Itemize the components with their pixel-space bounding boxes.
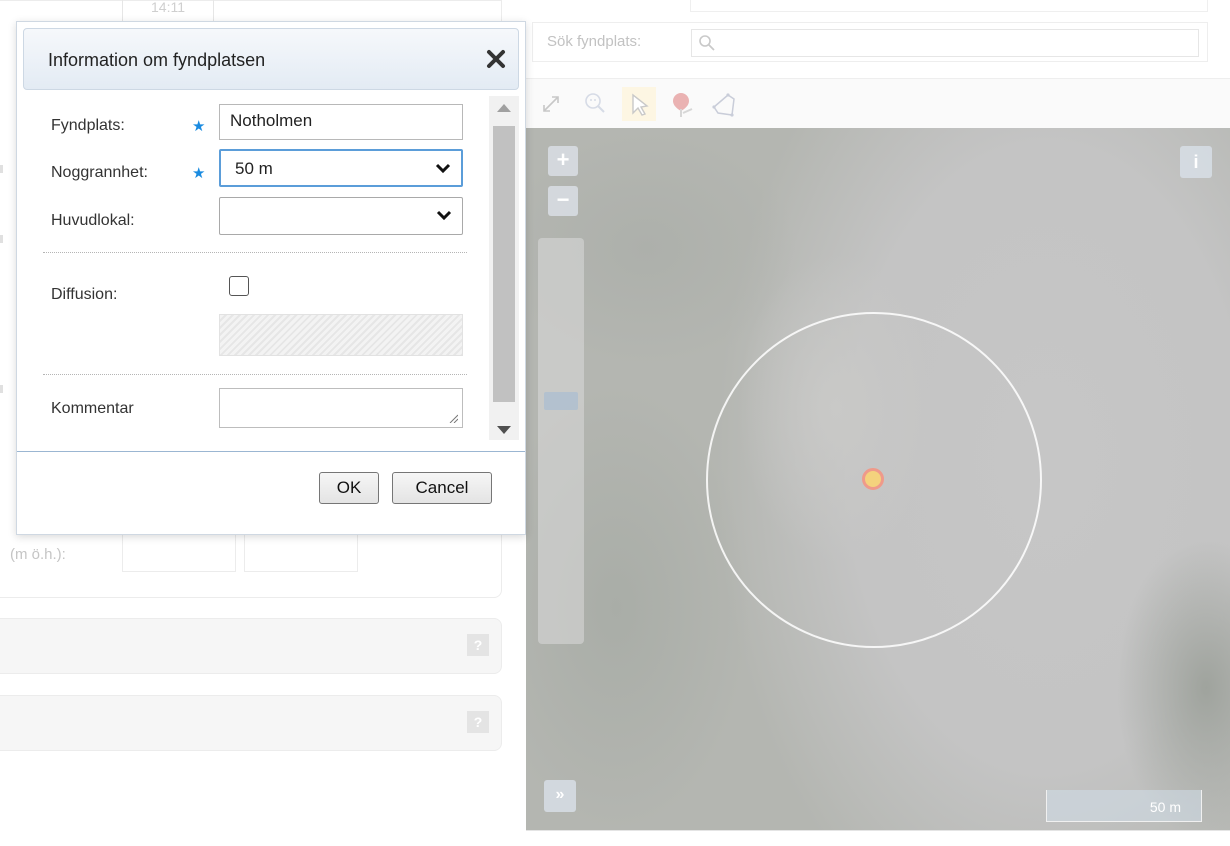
kommentar-label: Kommentar (51, 400, 134, 417)
dialog-footer-divider (17, 451, 525, 452)
search-input[interactable] (691, 29, 1199, 57)
time-field: 14:11 (122, 0, 214, 22)
diffusion-checkbox[interactable] (229, 276, 249, 296)
search-icon (699, 35, 715, 51)
diffusion-value-field (219, 314, 463, 356)
zoom-slider-handle[interactable] (544, 392, 578, 410)
top-field-outline (690, 0, 1208, 12)
draw-polygon-icon[interactable] (706, 87, 740, 121)
altitude-min-field (122, 534, 236, 572)
huvudlokal-label: Huvudlokal: (51, 212, 135, 229)
altitude-label: (m ö.h.): (10, 546, 66, 563)
dialog-title: Information om fyndplatsen (48, 50, 266, 70)
diffusion-label: Diffusion: (51, 286, 118, 303)
required-marker: ★ (192, 118, 206, 135)
help-icon: ? (467, 634, 489, 656)
help-icon: ? (467, 711, 489, 733)
separator (43, 252, 467, 253)
map-view[interactable]: + − i » 50 m (526, 128, 1230, 830)
fullscreen-icon[interactable] (534, 87, 568, 121)
separator (43, 374, 467, 375)
expand-button[interactable]: » (544, 780, 576, 812)
noggrannhet-value: 50 m (235, 159, 273, 178)
altitude-max-field (244, 534, 358, 572)
dialog-scrollbar[interactable] (489, 96, 519, 440)
scroll-thumb[interactable] (493, 126, 515, 402)
zoom-to-extent-icon[interactable] (578, 87, 612, 121)
fyndplats-input[interactable]: Notholmen (219, 104, 463, 140)
ok-button[interactable]: OK (319, 472, 379, 504)
required-marker: ★ (192, 165, 206, 182)
dialog-header: Information om fyndplatsen (23, 28, 519, 90)
zoom-out-button[interactable]: − (548, 186, 578, 216)
map-toolbar (526, 78, 1230, 128)
kommentar-textarea[interactable] (219, 388, 463, 428)
huvudlokal-select[interactable] (219, 197, 463, 235)
background-marker (0, 385, 3, 393)
resize-grip-icon[interactable] (448, 413, 458, 423)
map-footer (526, 830, 1230, 846)
close-icon[interactable] (486, 49, 506, 69)
scale-bar: 50 m (1046, 790, 1202, 822)
background-marker (0, 235, 3, 243)
collapsed-section: ? (0, 618, 502, 674)
noggrannhet-select[interactable]: 50 m (219, 149, 463, 187)
cancel-button[interactable]: Cancel (392, 472, 492, 504)
scroll-up-icon[interactable] (497, 104, 511, 112)
zoom-slider[interactable] (538, 238, 584, 644)
scroll-down-icon[interactable] (497, 426, 511, 434)
location-marker[interactable] (862, 468, 884, 490)
chevron-down-icon (436, 210, 452, 221)
location-info-dialog: Information om fyndplatsen Fyndplats: ★ … (16, 21, 526, 535)
fyndplats-label: Fyndplats: (51, 117, 125, 134)
zoom-in-button[interactable]: + (548, 146, 578, 176)
select-pointer-icon[interactable] (622, 87, 656, 121)
background-marker (0, 165, 3, 173)
chevron-down-icon (435, 163, 451, 174)
search-label: Sök fyndplats: (547, 33, 642, 50)
collapsed-section: ? (0, 695, 502, 751)
place-marker-icon[interactable] (666, 87, 700, 121)
search-bar: Sök fyndplats: (532, 22, 1208, 62)
scale-label: 50 m (1149, 799, 1181, 815)
info-button[interactable]: i (1180, 146, 1212, 178)
noggrannhet-label: Noggrannhet: (51, 164, 148, 181)
